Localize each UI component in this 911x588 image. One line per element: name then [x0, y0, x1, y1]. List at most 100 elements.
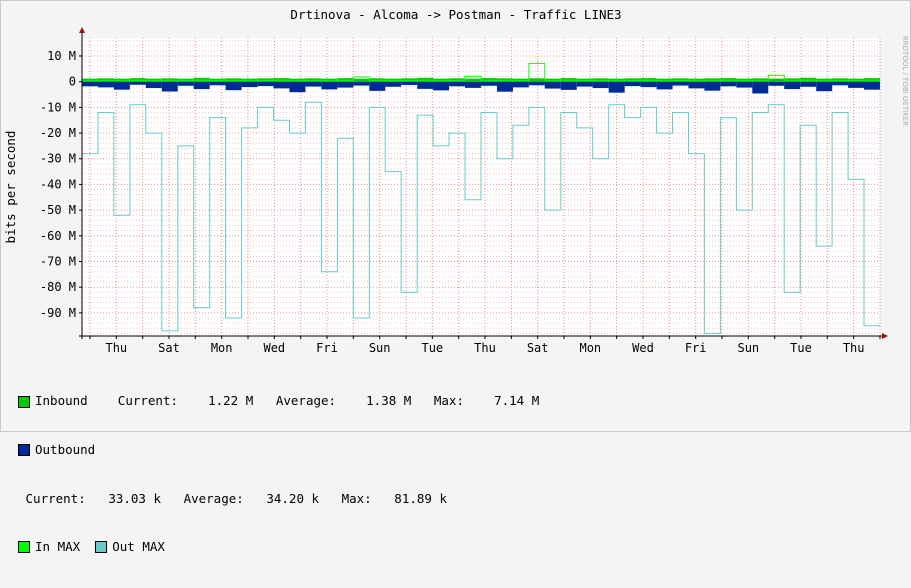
outbound-bar [98, 81, 114, 88]
in-max-label: In MAX [35, 539, 81, 555]
outbound-bar [688, 81, 705, 89]
outbound-bar [497, 81, 513, 92]
outbound-bar [736, 81, 753, 88]
outbound-bar [177, 81, 194, 86]
x-tick-label: Fri [316, 341, 338, 355]
in-max-swatch [18, 541, 30, 554]
inbound-swatch [18, 395, 30, 408]
inbound-label: Inbound [35, 393, 88, 409]
inbound-stats: Current: 1.22 M Average: 1.38 M Max: 7.1… [117, 393, 540, 409]
outbound-bar [321, 81, 338, 90]
outbound-bar [640, 81, 657, 88]
x-tick-label: Tue [790, 341, 812, 355]
outbound-bar [241, 81, 258, 88]
y-tick-label: -50 M [40, 203, 76, 217]
outbound-bar [864, 81, 880, 90]
x-tick-label: Sun [369, 341, 391, 355]
inbound-bar [864, 78, 880, 82]
y-tick-label: -40 M [40, 177, 76, 191]
outbound-bar [512, 81, 529, 88]
outbound-bar [209, 81, 226, 86]
x-tick-label: Fri [685, 341, 707, 355]
x-tick-label: Wed [632, 341, 654, 355]
y-tick-label: 0 [69, 75, 76, 89]
inbound-bar [465, 78, 481, 82]
chart-title: Drtinova - Alcoma -> Postman - Traffic L… [290, 7, 621, 22]
x-tick-label: Thu [474, 341, 496, 355]
inbound-bar [417, 77, 434, 82]
outbound-bar [576, 81, 593, 87]
outbound-bar [417, 81, 434, 89]
outbound-bar [481, 81, 497, 86]
x-axis-ticks: Thu Sat Mon Wed Fri Sun Tue Thu Sat Mon Wed Fri Sun T… [89, 336, 881, 355]
outbound-bar [720, 81, 737, 87]
graph-frame: Drtinova - Alcoma -> Postman - Traffic L… [0, 0, 911, 554]
y-tick-label: -20 M [40, 126, 76, 140]
y-tick-label: -90 M [40, 306, 76, 320]
y-tick-label: -80 M [40, 280, 76, 294]
outbound-bar [672, 81, 689, 86]
outbound-bar [800, 81, 817, 87]
outbound-bar [337, 81, 354, 88]
out-max-swatch [95, 541, 108, 554]
inbound-bar [337, 78, 354, 82]
out-max-label: Out MAX [112, 539, 165, 555]
outbound-label: Outbound [35, 442, 96, 457]
x-axis-arrow [882, 333, 888, 339]
x-tick-label: Wed [263, 341, 285, 355]
outbound-stats: Current: 33.03 k Average: 34.20 k Max: 8… [25, 490, 447, 506]
outbound-bar [385, 81, 402, 87]
inbound-bar [640, 78, 657, 82]
outbound-bar [353, 81, 370, 86]
x-tick-label: Thu [105, 341, 127, 355]
x-tick-label: Mon [211, 341, 233, 355]
outbound-bar [257, 81, 274, 87]
y-tick-label: -30 M [40, 152, 76, 166]
outbound-bar [560, 81, 577, 90]
outbound-bar [82, 81, 98, 87]
outbound-bar [129, 81, 146, 85]
outbound-bar [113, 81, 130, 90]
inbound-bar [273, 78, 290, 82]
outbound-bar [752, 81, 769, 94]
outbound-bar [832, 81, 849, 86]
outbound-bar [848, 81, 865, 88]
inbound-bar [800, 77, 817, 82]
inbound-bar [481, 78, 497, 82]
outbound-swatch [18, 444, 30, 457]
x-tick-label: Sun [737, 341, 759, 355]
outbound-bar [449, 81, 466, 87]
outbound-bar [161, 81, 178, 92]
outbound-bar [608, 81, 625, 93]
outbound-bar [544, 81, 561, 89]
outbound-bar [193, 81, 210, 90]
outbound-bar [289, 81, 306, 93]
outbound-bar [465, 81, 481, 88]
x-tick-label: Tue [421, 341, 443, 355]
outbound-bar [528, 81, 545, 86]
rrdtool-watermark: RRDTOOL / TOBI OETIKER [901, 36, 909, 126]
legend-row-outbound-stats: Current: 33.03 k Average: 34.20 k Max: 8… [18, 491, 539, 507]
y-tick-label: -60 M [40, 229, 76, 243]
outbound-bar [784, 81, 801, 90]
outbound-bar [768, 81, 785, 86]
outbound-bar [816, 81, 833, 92]
y-tick-label: 10 M [47, 49, 76, 63]
outbound-bar [369, 81, 386, 91]
inbound-bar [768, 78, 785, 82]
outbound-bar [592, 81, 609, 89]
outbound-bar [704, 81, 721, 91]
x-tick-label: Sat [527, 341, 549, 355]
y-axis-ticks: 10 M 0 -10 M -20 M -30 M -40 M -50 M -60 M -70 M… [40, 49, 82, 320]
inbound-bar [560, 78, 577, 82]
y-axis-arrow [79, 27, 85, 33]
y-tick-label: -10 M [40, 100, 76, 114]
inbound-bar [129, 78, 146, 82]
x-tick-label: Sat [158, 341, 180, 355]
legend-row-outbound: Outbound [18, 442, 539, 458]
outbound-bar [401, 81, 418, 85]
legend: Inbound Current: 1.22 M Average: 1.38 M … [18, 361, 539, 588]
inbound-bar [720, 78, 737, 82]
inbound-bar [193, 77, 210, 82]
inbound-bar [528, 78, 545, 82]
